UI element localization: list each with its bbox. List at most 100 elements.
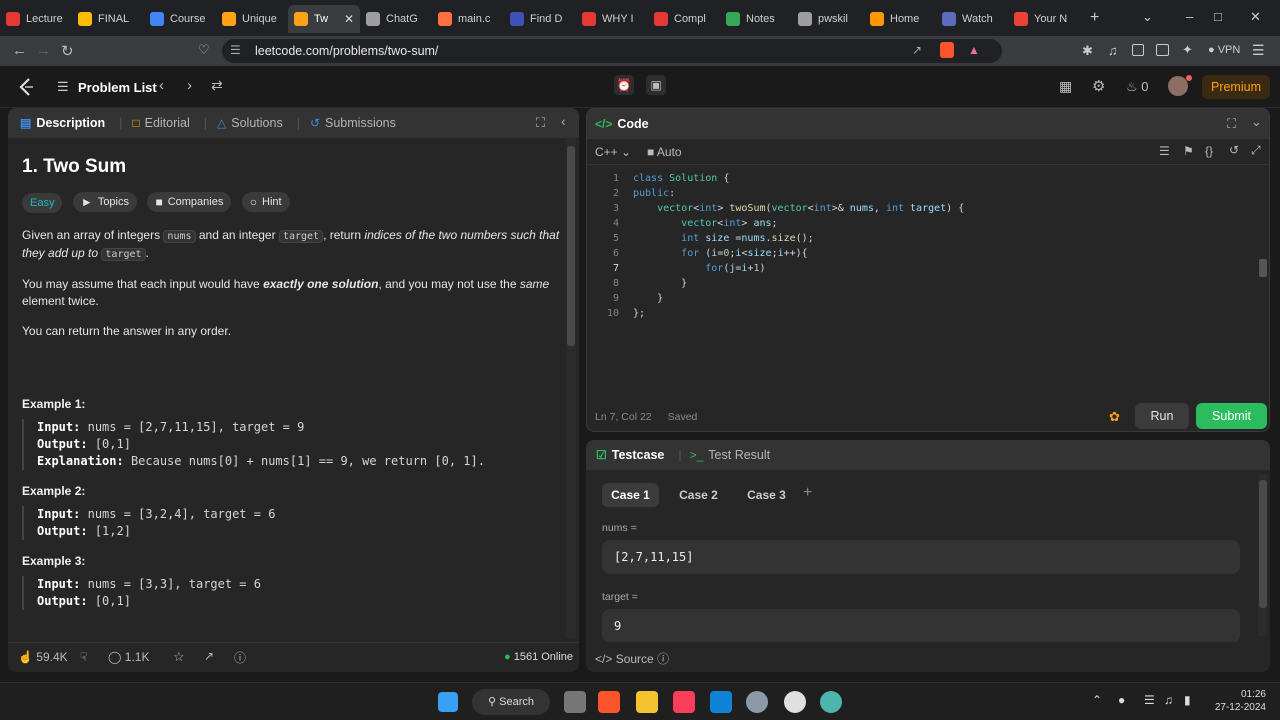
clock[interactable]: 01:26 27-12-2024 <box>1206 688 1266 714</box>
chevron-up-icon[interactable]: ⌃ <box>1092 693 1102 707</box>
new-tab-icon[interactable]: + <box>1090 9 1099 27</box>
source-button[interactable]: </> Source ⓘ <box>595 650 669 667</box>
dislike-icon[interactable]: ☟ <box>80 650 87 664</box>
companies-chip[interactable]: ■ Companies <box>147 192 232 212</box>
settings-gear-icon[interactable] <box>746 691 768 713</box>
avatar[interactable] <box>1168 76 1188 96</box>
browser-tab[interactable]: Find D <box>504 5 576 33</box>
chevron-down-icon[interactable]: ⌄ <box>1142 9 1153 25</box>
browser-tab[interactable]: Your N <box>1008 5 1080 33</box>
braces-icon[interactable]: {} <box>1205 144 1213 158</box>
settings-gear-icon[interactable]: ⚙ <box>1092 77 1105 95</box>
hint-chip[interactable]: ○ Hint <box>241 192 290 212</box>
bookmark-icon[interactable]: ♡ <box>198 42 210 58</box>
tab-test-result[interactable]: >_ Test Result <box>690 448 771 462</box>
comments-button[interactable]: ◯ 1.1K <box>108 650 149 664</box>
browser-tab[interactable]: Compl <box>648 5 720 33</box>
format-icon[interactable]: ☰ <box>1159 144 1170 158</box>
browser-tab[interactable]: Unique <box>216 5 288 33</box>
tab-solutions[interactable]: △ Solutions <box>217 116 283 130</box>
bookmark-icon[interactable]: ⚑ <box>1183 144 1194 158</box>
target-input[interactable]: 9 <box>602 609 1240 643</box>
prev-problem-icon[interactable]: ‹ <box>159 77 164 94</box>
case-1-tab[interactable]: Case 1 <box>602 483 659 507</box>
autocomplete-toggle[interactable]: ■ Auto <box>647 145 682 159</box>
music-app-icon[interactable] <box>673 691 695 713</box>
shuffle-icon[interactable]: ⇄ <box>211 77 223 94</box>
next-problem-icon[interactable]: › <box>187 77 192 94</box>
brave-browser-icon[interactable] <box>598 691 620 713</box>
debug-bug-icon[interactable]: ✿ <box>1109 409 1120 425</box>
collapse-icon[interactable]: ⌄ <box>1251 114 1262 130</box>
nums-input[interactable]: [2,7,11,15] <box>602 540 1240 574</box>
star-icon[interactable]: ☆ <box>173 649 185 665</box>
premium-button[interactable]: Premium <box>1202 75 1270 99</box>
browser-tab[interactable]: Home <box>864 5 936 33</box>
browser-tab[interactable]: WHY I <box>576 5 648 33</box>
testcase-scrollbar[interactable] <box>1258 474 1268 636</box>
submit-button[interactable]: Submit <box>1196 403 1267 429</box>
layout-grid-icon[interactable]: ▦ <box>1059 78 1072 95</box>
maximize-icon[interactable]: ⛶ <box>536 115 545 131</box>
fullscreen-icon[interactable]: ⤢ <box>1251 143 1261 158</box>
browser-tab[interactable]: pwskil <box>792 5 864 33</box>
scrollbar-thumb[interactable] <box>567 146 575 346</box>
maximize-icon[interactable]: ⛶ <box>1227 116 1236 132</box>
tab-editorial[interactable]: □ Editorial <box>132 116 189 130</box>
reset-icon[interactable]: ↺ <box>1229 143 1239 157</box>
browser-tab[interactable]: Lecture <box>0 5 72 33</box>
reload-icon[interactable]: ↻ <box>61 42 74 60</box>
sidebar-icon[interactable] <box>1132 44 1144 56</box>
scrollbar-thumb[interactable] <box>1259 480 1267 608</box>
brave-shields-icon[interactable] <box>940 42 954 58</box>
browser-tab[interactable]: ChatG <box>360 5 432 33</box>
taskbar-search[interactable]: ⚲ Search <box>472 689 550 715</box>
wifi-icon[interactable]: ☰ <box>1144 693 1155 707</box>
language-select[interactable]: C++ ⌄ <box>595 145 631 159</box>
collapse-icon[interactable]: ‹ <box>561 113 566 129</box>
edge-icon[interactable] <box>820 691 842 713</box>
browser-menu-icon[interactable]: ☰ <box>1252 42 1265 59</box>
browser-tab[interactable]: Watch <box>936 5 1008 33</box>
share-icon[interactable]: ↗ <box>204 649 214 663</box>
forward-icon[interactable]: → <box>36 42 51 59</box>
notes-icon[interactable]: ▣ <box>646 75 666 95</box>
volume-icon[interactable]: ♫ <box>1164 693 1173 707</box>
battery-icon[interactable]: ▮ <box>1184 693 1191 707</box>
tab-code[interactable]: </> Code <box>595 117 649 131</box>
add-case-icon[interactable]: + <box>803 484 812 502</box>
description-scrollbar[interactable] <box>566 138 576 638</box>
brave-rewards-icon[interactable]: ▲ <box>968 43 980 57</box>
site-info-icon[interactable]: ☰ <box>230 43 241 57</box>
close-window-icon[interactable]: ✕ <box>1250 9 1261 25</box>
browser-tab[interactable]: Course <box>144 5 216 33</box>
problem-list-label[interactable]: Problem List <box>78 80 157 95</box>
topics-chip[interactable]: ► Topics <box>72 192 137 212</box>
vpn-button[interactable]: ● VPN <box>1208 44 1240 56</box>
minimize-icon[interactable]: – <box>1186 9 1193 24</box>
url-field[interactable]: ☰ leetcode.com/problems/two-sum/ ↗ ▲ <box>222 39 1002 63</box>
extensions-icon[interactable]: ✱ <box>1082 43 1093 59</box>
tab-testcase[interactable]: ☑ Testcase <box>596 448 664 462</box>
maximize-window-icon[interactable]: □ <box>1214 9 1222 24</box>
media-icon[interactable]: ♫ <box>1108 43 1118 58</box>
windows-start-icon[interactable] <box>438 692 458 712</box>
wallet-icon[interactable] <box>1156 44 1169 56</box>
browser-tab[interactable]: main.c <box>432 5 504 33</box>
chrome-icon[interactable] <box>784 691 806 713</box>
tab-submissions[interactable]: ↺ Submissions <box>310 116 396 130</box>
browser-tab[interactable]: FINAL <box>72 5 144 33</box>
microphone-icon[interactable]: ● <box>1118 693 1125 707</box>
timer-icon[interactable]: ⏰ <box>614 75 634 95</box>
help-icon[interactable]: ⓘ <box>234 649 246 666</box>
problem-list-icon[interactable]: ☰ <box>57 79 69 95</box>
editor-scrollbar-thumb[interactable] <box>1259 259 1267 277</box>
share-icon[interactable]: ↗ <box>912 43 922 57</box>
leetcode-logo-icon[interactable] <box>18 78 35 96</box>
browser-tab[interactable]: Notes <box>720 5 792 33</box>
leo-ai-icon[interactable]: ✦ <box>1182 42 1193 58</box>
like-button[interactable]: ☝ 59.4K <box>18 650 68 664</box>
close-tab-icon[interactable]: ✕ <box>344 12 354 26</box>
streak-flame-icon[interactable]: ♨ 0 <box>1126 79 1149 95</box>
browser-tab[interactable]: Tw ✕ <box>288 5 360 33</box>
